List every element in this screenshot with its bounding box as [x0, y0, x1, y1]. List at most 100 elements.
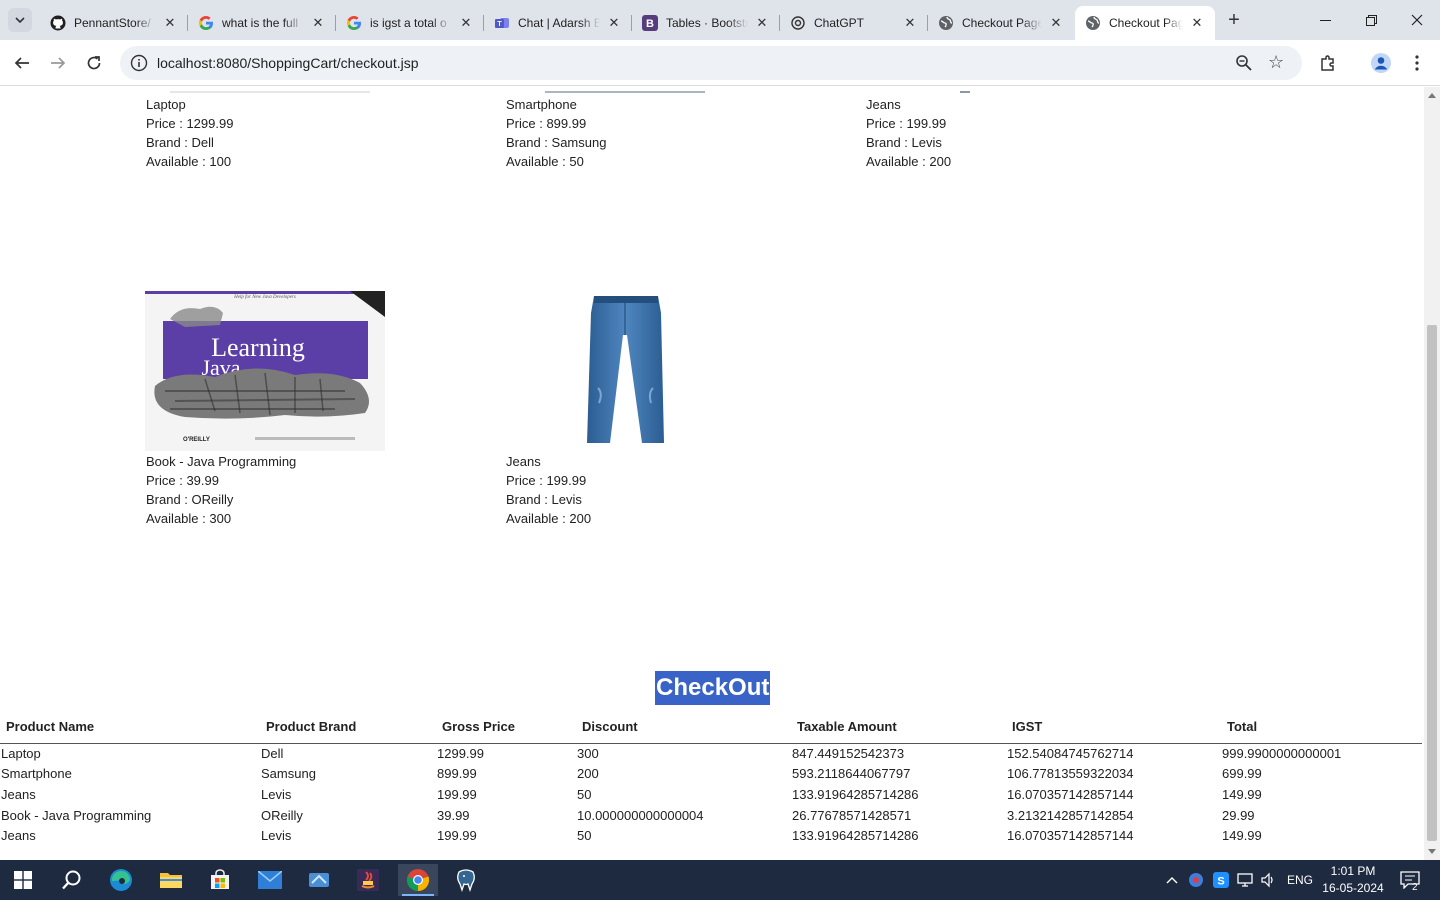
profile-button[interactable]: [1366, 48, 1396, 78]
volume-icon[interactable]: [1260, 860, 1276, 900]
close-tab-icon[interactable]: ✕: [1189, 15, 1205, 31]
table-row: Smartphone Samsung 899.99 200 593.211864…: [0, 764, 1422, 785]
network-icon[interactable]: [1236, 860, 1254, 900]
cell-brand: OReilly: [261, 807, 303, 823]
product-price: Price : 899.99: [506, 116, 587, 131]
url-text[interactable]: localhost:8080/ShoppingCart/checkout.jsp: [157, 55, 419, 71]
cell-gross-price: 39.99: [437, 807, 470, 823]
back-button[interactable]: [7, 48, 37, 78]
menu-button[interactable]: [1402, 48, 1432, 78]
product-name: Smartphone: [506, 97, 577, 112]
chevron-down-icon: [15, 17, 25, 23]
product-available: Available : 200: [506, 511, 592, 526]
product-name: Jeans: [866, 97, 901, 112]
scroll-down-arrow-icon[interactable]: [1428, 849, 1436, 854]
browser-toolbar: localhost:8080/ShoppingCart/checkout.jsp…: [0, 40, 1440, 86]
reload-button[interactable]: [79, 48, 109, 78]
product-image: [545, 87, 705, 93]
system-clock[interactable]: 1:01 PM 16-05-2024: [1318, 863, 1388, 897]
windows-start-icon[interactable]: [3, 864, 43, 896]
product-price: Price : 199.99: [866, 116, 947, 131]
close-tab-icon[interactable]: ✕: [1048, 15, 1064, 31]
globe-tray-icon[interactable]: [1188, 860, 1204, 900]
close-tab-icon[interactable]: ✕: [902, 15, 918, 31]
cell-brand: Levis: [261, 786, 292, 802]
browser-tab[interactable]: B Tables · Bootstr ✕: [632, 6, 780, 40]
mail-icon[interactable]: [250, 864, 290, 896]
browser-tab-active[interactable]: Checkout Page ✕: [1075, 6, 1215, 40]
address-bar[interactable]: localhost:8080/ShoppingCart/checkout.jsp…: [120, 46, 1302, 80]
column-header: Discount: [576, 711, 791, 744]
close-tab-icon[interactable]: ✕: [162, 15, 178, 31]
store-icon[interactable]: [200, 864, 240, 896]
product-card: Jeans Price : 199.99 Brand : Levis Avail…: [866, 95, 1126, 171]
minimize-button[interactable]: [1302, 0, 1348, 40]
product-available: Available : 300: [146, 511, 232, 526]
edge-icon[interactable]: [101, 864, 141, 896]
minimize-icon: [1319, 19, 1331, 21]
product-available: Available : 200: [866, 154, 952, 169]
chrome-icon[interactable]: [398, 864, 438, 896]
scrollbar-thumb[interactable]: [1427, 325, 1437, 841]
jeans-image: [565, 293, 685, 449]
file-explorer-icon[interactable]: [151, 864, 191, 896]
svg-text:S: S: [1217, 876, 1224, 888]
close-tab-icon[interactable]: ✕: [458, 15, 474, 31]
product-available: Available : 100: [146, 154, 232, 169]
java-icon[interactable]: [348, 864, 388, 896]
tab-strip: PennantStore/ ✕ what is the full ✕ is ig…: [0, 0, 1440, 40]
back-arrow-icon: [14, 57, 29, 69]
cell-igst: 16.070357142857144: [1007, 828, 1134, 844]
close-window-button[interactable]: [1394, 0, 1440, 40]
clock-time: 1:01 PM: [1330, 864, 1376, 878]
vmware-icon[interactable]: [299, 864, 339, 896]
puzzle-icon: [1321, 55, 1334, 71]
bookmark-star-icon[interactable]: ☆: [1268, 52, 1284, 73]
search-icon[interactable]: [52, 864, 92, 896]
column-header: Total: [1221, 711, 1422, 744]
forward-button[interactable]: [43, 48, 73, 78]
cell-discount: 300: [577, 745, 599, 761]
tab-title: PennantStore/: [74, 16, 151, 30]
restore-button[interactable]: [1348, 0, 1394, 40]
tab-search-button[interactable]: [8, 8, 32, 32]
tab-title: what is the full: [222, 16, 299, 30]
language-indicator[interactable]: ENG: [1287, 860, 1313, 900]
scroll-up-arrow-icon[interactable]: [1428, 93, 1436, 98]
browser-tab[interactable]: ChatGPT ✕: [780, 6, 928, 40]
browser-tab[interactable]: what is the full ✕: [188, 6, 336, 40]
browser-tab[interactable]: PennantStore/ ✕: [40, 6, 188, 40]
tray-overflow-button[interactable]: [1166, 860, 1178, 900]
cell-product-name: Smartphone: [1, 766, 72, 782]
column-header: Taxable Amount: [791, 711, 1006, 744]
column-header: Product Name: [0, 711, 260, 744]
skype-icon[interactable]: S: [1213, 860, 1229, 900]
page-scrollbar[interactable]: [1424, 87, 1440, 860]
checkout-heading: CheckOut: [655, 671, 771, 705]
product-name: Laptop: [146, 97, 186, 112]
notifications-button[interactable]: 2: [1398, 860, 1422, 900]
google-icon: [346, 15, 362, 31]
browser-tab[interactable]: is igst a total o ✕: [336, 6, 484, 40]
cell-gross-price: 199.99: [437, 828, 477, 844]
zoom-icon[interactable]: [1235, 54, 1253, 72]
cell-taxable: 593.2118644067797: [792, 766, 911, 782]
extensions-button[interactable]: [1313, 48, 1343, 78]
bootstrap-icon: B: [642, 15, 658, 31]
tab-title: Checkout Page: [962, 16, 1042, 30]
site-info-icon[interactable]: [130, 54, 148, 72]
product-price: Price : 199.99: [506, 473, 587, 488]
close-tab-icon[interactable]: ✕: [754, 15, 770, 31]
page-viewport: Laptop Price : 1299.99 Brand : Dell Avai…: [0, 87, 1424, 860]
new-tab-button[interactable]: +: [1222, 8, 1246, 32]
tab-title: is igst a total o: [370, 16, 447, 30]
browser-tab[interactable]: T Chat | Adarsh B ✕: [484, 6, 632, 40]
restore-icon: [1365, 14, 1377, 26]
cell-discount: 200: [577, 766, 599, 782]
chatgpt-icon: [790, 15, 806, 31]
browser-tab[interactable]: Checkout Page ✕: [928, 6, 1074, 40]
postgres-icon[interactable]: [446, 864, 486, 896]
close-tab-icon[interactable]: ✕: [310, 15, 326, 31]
product-brand: Brand : OReilly: [146, 492, 234, 507]
close-tab-icon[interactable]: ✕: [606, 15, 622, 31]
